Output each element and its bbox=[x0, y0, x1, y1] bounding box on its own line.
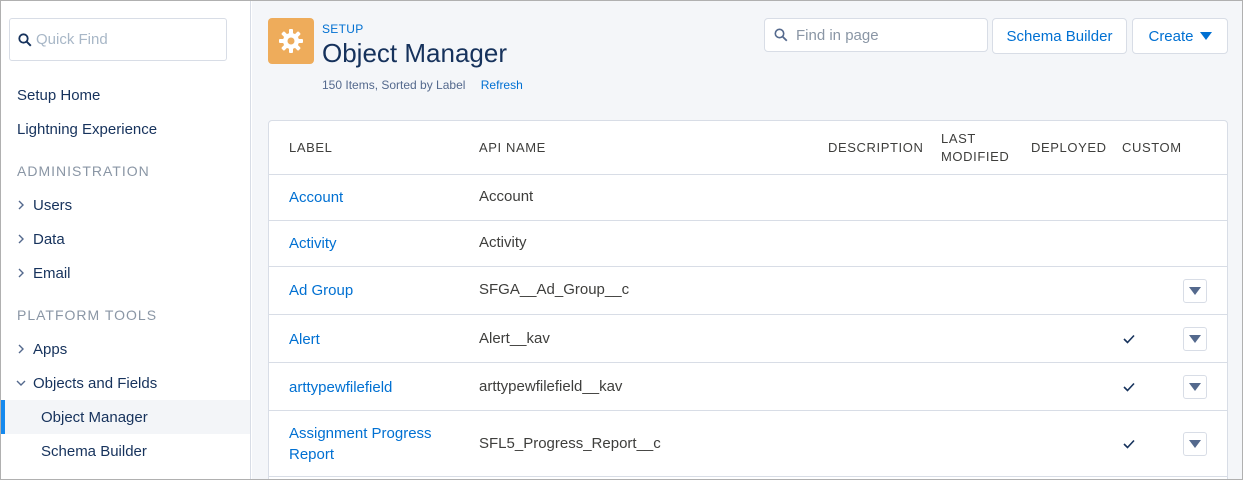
sidebar-section-administration: ADMINISTRATION bbox=[17, 163, 150, 179]
find-in-page-box[interactable] bbox=[764, 18, 988, 52]
caret-down-icon bbox=[1189, 383, 1201, 391]
page-title: Object Manager bbox=[322, 38, 507, 68]
table-row: Ad Group SFGA__Ad_Group__c bbox=[269, 267, 1227, 315]
refresh-link[interactable]: Refresh bbox=[481, 78, 523, 92]
sidebar-item-data[interactable]: Data bbox=[1, 222, 250, 256]
api-name-cell: SFGA__Ad_Group__c bbox=[479, 281, 630, 298]
column-header-label[interactable]: LABEL bbox=[289, 140, 332, 155]
find-in-page-input[interactable] bbox=[796, 26, 976, 44]
sidebar-item-objects-and-fields[interactable]: Objects and Fields bbox=[1, 366, 250, 400]
quick-find-box[interactable] bbox=[9, 18, 227, 61]
caret-down-icon bbox=[1189, 287, 1201, 295]
object-label-line2: Report bbox=[289, 446, 335, 463]
chevron-right-icon bbox=[13, 234, 29, 244]
column-header-deployed[interactable]: DEPLOYED bbox=[1031, 140, 1107, 155]
api-name-cell: Account bbox=[479, 188, 534, 205]
row-actions-button[interactable] bbox=[1183, 327, 1207, 351]
sidebar-item-label: Email bbox=[33, 264, 71, 282]
sidebar-subitem-object-manager[interactable]: Object Manager bbox=[1, 400, 250, 434]
main-content: SETUP Object Manager 150 Items, Sorted b… bbox=[252, 1, 1242, 479]
app-frame: Setup Home Lightning Experience ADMINIST… bbox=[0, 0, 1243, 480]
api-name-cell: Alert__kav bbox=[479, 330, 550, 347]
sidebar-item-label: Data bbox=[33, 230, 65, 248]
sidebar-link-setup-home[interactable]: Setup Home bbox=[17, 87, 100, 104]
sidebar-item-label: Schema Builder bbox=[41, 442, 147, 460]
sidebar-section-platform-tools: PLATFORM TOOLS bbox=[17, 307, 158, 323]
sidebar-item-users[interactable]: Users bbox=[1, 188, 250, 222]
chevron-right-icon bbox=[13, 344, 29, 354]
object-table: LABEL API NAME DESCRIPTION LAST MODIFIED… bbox=[268, 120, 1228, 479]
quick-find-input[interactable] bbox=[36, 31, 216, 48]
sidebar-subitem-schema-builder[interactable]: Schema Builder bbox=[1, 434, 250, 468]
create-label: Create bbox=[1148, 27, 1194, 45]
schema-builder-button[interactable]: Schema Builder bbox=[992, 18, 1127, 54]
list-meta: 150 Items, Sorted by Label Refresh bbox=[322, 78, 523, 92]
item-count-text: 150 Items, Sorted by Label bbox=[322, 78, 466, 92]
column-header-last-modified-line2[interactable]: MODIFIED bbox=[941, 149, 1009, 164]
sidebar-item-apps[interactable]: Apps bbox=[1, 332, 250, 366]
caret-down-icon bbox=[1199, 32, 1212, 40]
chevron-right-icon bbox=[13, 200, 29, 210]
object-label-line1: Assignment Progress bbox=[289, 425, 432, 442]
breadcrumb-setup[interactable]: SETUP bbox=[322, 22, 364, 36]
check-icon bbox=[1122, 380, 1136, 394]
object-label-link[interactable]: Alert bbox=[289, 329, 320, 350]
object-label-link[interactable]: Assignment Progress Report bbox=[289, 423, 432, 465]
row-actions-button[interactable] bbox=[1183, 432, 1207, 456]
schema-builder-label: Schema Builder bbox=[1006, 27, 1113, 45]
table-header: LABEL API NAME DESCRIPTION LAST MODIFIED… bbox=[269, 121, 1227, 175]
object-label-link[interactable]: Account bbox=[289, 187, 343, 208]
chevron-right-icon bbox=[13, 268, 29, 278]
object-label-link[interactable]: Ad Group bbox=[289, 280, 353, 301]
table-row: Alert Alert__kav bbox=[269, 315, 1227, 363]
column-header-last-modified-line1[interactable]: LAST bbox=[941, 131, 976, 146]
table-row: arttypewfilefield arttypewfilefield__kav bbox=[269, 363, 1227, 411]
object-label-link[interactable]: Activity bbox=[289, 233, 337, 254]
create-button[interactable]: Create bbox=[1132, 18, 1228, 54]
search-icon bbox=[18, 32, 34, 48]
search-icon bbox=[774, 27, 790, 43]
column-header-description[interactable]: DESCRIPTION bbox=[828, 140, 923, 155]
table-row: Assignment Progress Report SFL5_Progress… bbox=[269, 411, 1227, 477]
sidebar-item-label: Users bbox=[33, 196, 73, 214]
api-name-cell: Activity bbox=[479, 234, 527, 251]
sidebar-item-label: Apps bbox=[33, 340, 68, 358]
object-label-link[interactable]: arttypewfilefield bbox=[289, 377, 392, 398]
api-name-cell: SFL5_Progress_Report__c bbox=[479, 435, 661, 452]
sidebar-item-label: Objects and Fields bbox=[33, 374, 158, 392]
chevron-down-icon bbox=[13, 379, 29, 387]
table-row: Activity Activity bbox=[269, 221, 1227, 267]
caret-down-icon bbox=[1189, 335, 1201, 343]
row-actions-button[interactable] bbox=[1183, 375, 1207, 399]
check-icon bbox=[1122, 332, 1136, 346]
column-header-custom[interactable]: CUSTOM bbox=[1122, 140, 1182, 155]
sidebar-item-email[interactable]: Email bbox=[1, 256, 250, 290]
api-name-cell: arttypewfilefield__kav bbox=[479, 378, 623, 395]
check-icon bbox=[1122, 437, 1136, 451]
caret-down-icon bbox=[1189, 440, 1201, 448]
gear-icon bbox=[268, 18, 314, 64]
column-header-api-name[interactable]: API NAME bbox=[479, 140, 546, 155]
sidebar-link-lightning-experience[interactable]: Lightning Experience bbox=[17, 121, 157, 138]
sidebar-item-label: Object Manager bbox=[41, 408, 148, 426]
setup-sidebar: Setup Home Lightning Experience ADMINIST… bbox=[1, 1, 251, 479]
table-row: Account Account bbox=[269, 175, 1227, 221]
row-actions-button[interactable] bbox=[1183, 279, 1207, 303]
